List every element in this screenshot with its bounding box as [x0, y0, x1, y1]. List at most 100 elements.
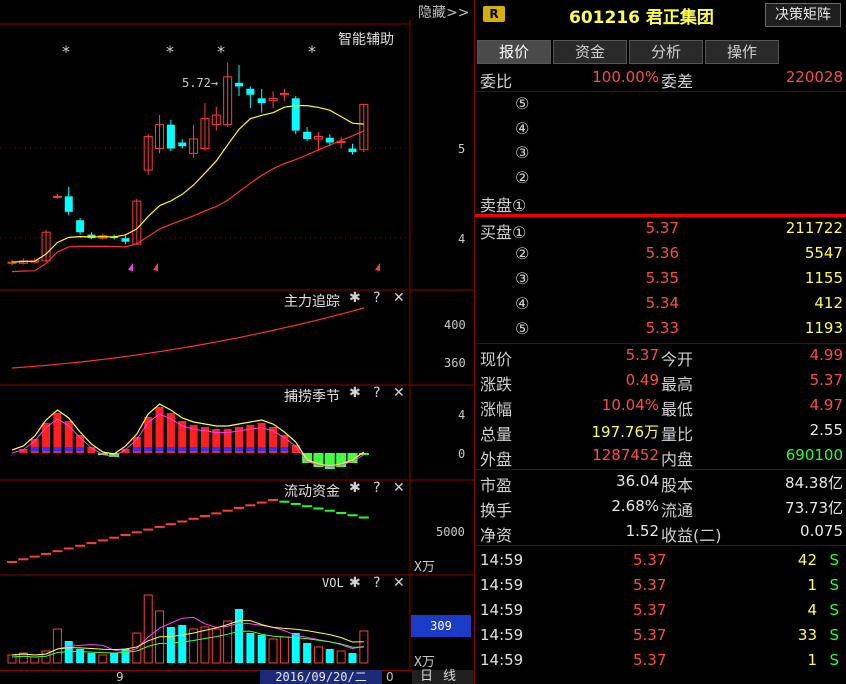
buy-volume: 1155: [804, 269, 843, 287]
tab-operation[interactable]: 操作: [705, 40, 779, 64]
buy-price: 5.35: [645, 269, 679, 287]
buy-level-label: ⑤: [515, 319, 530, 338]
histogram-bar-base: [269, 447, 278, 451]
tick-qty: 33: [797, 626, 817, 644]
bottom-fishing-title: 捕捞季节: [284, 389, 340, 405]
volume-title: VOL: [322, 576, 344, 590]
stat-value: 0.49: [625, 371, 659, 389]
liquid-funds-tools[interactable]: ✱ ? ✕: [349, 480, 409, 496]
histogram-bar-base: [42, 447, 51, 451]
tick-time: 14:59: [480, 626, 524, 644]
signal-asterisk: *: [166, 42, 174, 61]
tab-analysis[interactable]: 分析: [629, 40, 703, 64]
smart-assist-label[interactable]: 智能辅助: [338, 29, 394, 49]
histogram-bar-base: [178, 447, 187, 451]
main-force-tools[interactable]: ✱ ? ✕: [349, 290, 409, 306]
stat-value: 5.37: [625, 346, 659, 364]
candle-body-down: [121, 238, 130, 242]
stat-value: 4.97: [809, 396, 843, 414]
fundamental-row: 换手 2.68% 流通 73.73亿: [475, 495, 846, 520]
tick-qty: 1: [807, 576, 817, 594]
time-axis-bar: [0, 670, 474, 684]
candle-body-down: [64, 196, 73, 212]
candle-body-down: [166, 124, 175, 149]
bottom-fishing-axis-label: 0: [458, 447, 466, 461]
volume-bar-down: [87, 653, 96, 663]
candle-body-down: [76, 220, 85, 233]
histogram-bar-base: [223, 447, 232, 451]
tick-side: S: [829, 626, 839, 644]
stock-header: R 601216 君正集团 决策矩阵: [475, 0, 846, 30]
volume-bar-up: [279, 636, 289, 664]
buy-order-row: ⑤ 5.33 1193: [475, 317, 846, 342]
tab-quote[interactable]: 报价: [477, 40, 551, 64]
stock-name: 君正集团: [645, 8, 714, 28]
main-force-axis-label: 360: [444, 356, 466, 370]
bottom-fishing-tools[interactable]: ✱ ? ✕: [349, 385, 409, 401]
stat-label: 最高: [661, 375, 694, 394]
tick-qty: 4: [807, 601, 817, 619]
hide-panel-link[interactable]: 隐藏>>: [418, 2, 469, 22]
fund-label: 流通: [661, 501, 694, 520]
main-force-axis-label: 400: [444, 318, 466, 332]
histogram-bar-base: [235, 447, 243, 451]
sell-order-row: ⑤: [475, 92, 846, 117]
volume-tools[interactable]: ✱ ? ✕: [349, 575, 409, 591]
buy-order-row: ② 5.36 5547: [475, 242, 846, 267]
price-stat-row: 现价 5.37 今开 4.99: [475, 344, 846, 369]
tick-price: 5.37: [633, 601, 667, 619]
order-ratio-row: 委比 100.00% 委差 220028: [475, 66, 846, 91]
price-axis-label: 5: [458, 142, 466, 156]
fund-label: 市盈: [480, 476, 513, 495]
volume-bar-down: [246, 633, 255, 663]
histogram-bar-base: [155, 447, 164, 451]
histogram-bar-base: [212, 447, 221, 451]
tick-row[interactable]: 14:59 5.37 42 S: [475, 549, 846, 574]
tick-side: S: [829, 651, 839, 669]
order-diff-value: 220028: [785, 68, 843, 86]
volume-bar-up: [189, 628, 199, 664]
volume-unit: X万: [414, 655, 435, 670]
histogram-bar-base: [64, 447, 73, 451]
candle-body-down: [291, 98, 300, 131]
tick-price: 5.37: [633, 626, 667, 644]
volume-bar-down: [178, 625, 187, 663]
sell-level-label: ④: [515, 118, 530, 138]
buy-volume: 5547: [804, 244, 843, 262]
fundamental-row: 市盈 36.04 股本 84.38亿: [475, 470, 846, 495]
tick-time: 14:59: [480, 651, 524, 669]
tick-row[interactable]: 14:59 5.37 1 S: [475, 649, 846, 674]
signal-marker: [153, 263, 158, 271]
candle-body-down: [303, 131, 312, 139]
time-axis-tick: 9: [116, 670, 124, 684]
tab-funds[interactable]: 资金: [553, 40, 627, 64]
sell-order-row: 卖盘①: [475, 190, 846, 215]
volume-bar-down: [303, 643, 312, 663]
buy-order-row: ④ 5.34 412: [475, 292, 846, 317]
stat-label: 最低: [661, 400, 694, 419]
candle-body-up: [52, 195, 62, 198]
price-stat-row: 外盘 1287452 内盘 690100: [475, 444, 846, 469]
tick-row[interactable]: 14:59 5.37 33 S: [475, 624, 846, 649]
buy-price: 5.33: [645, 319, 679, 337]
histogram-bar-base: [76, 447, 85, 451]
volume-bar-up: [223, 620, 233, 664]
histogram-bar-base: [53, 447, 62, 451]
price-axis-label: 4: [458, 232, 466, 246]
volume-bar-up: [98, 654, 108, 664]
tick-row[interactable]: 14:59 5.37 1 S: [475, 574, 846, 599]
sell-order-row: ③: [475, 141, 846, 166]
histogram-bar-base: [246, 447, 255, 451]
sell-order-row: ②: [475, 166, 846, 191]
stock-code: 601216: [569, 8, 640, 28]
main-force-title: 主力追踪: [284, 294, 340, 310]
histogram-bar-base: [280, 447, 289, 451]
kline-chart-area[interactable]: * * * * 隐藏>> 智能辅助 5.72→ 5 4 主力追踪 ✱ ? ✕ 400 …: [0, 0, 474, 684]
candle-body-down: [348, 148, 357, 153]
period-selector[interactable]: 日线: [412, 670, 474, 684]
histogram-bar-base: [257, 447, 266, 451]
decision-matrix-button[interactable]: 决策矩阵: [765, 3, 841, 27]
volume-bar-down: [110, 653, 119, 663]
tick-row[interactable]: 14:59 5.37 4 S: [475, 599, 846, 624]
fund-value: 36.04: [616, 472, 659, 490]
